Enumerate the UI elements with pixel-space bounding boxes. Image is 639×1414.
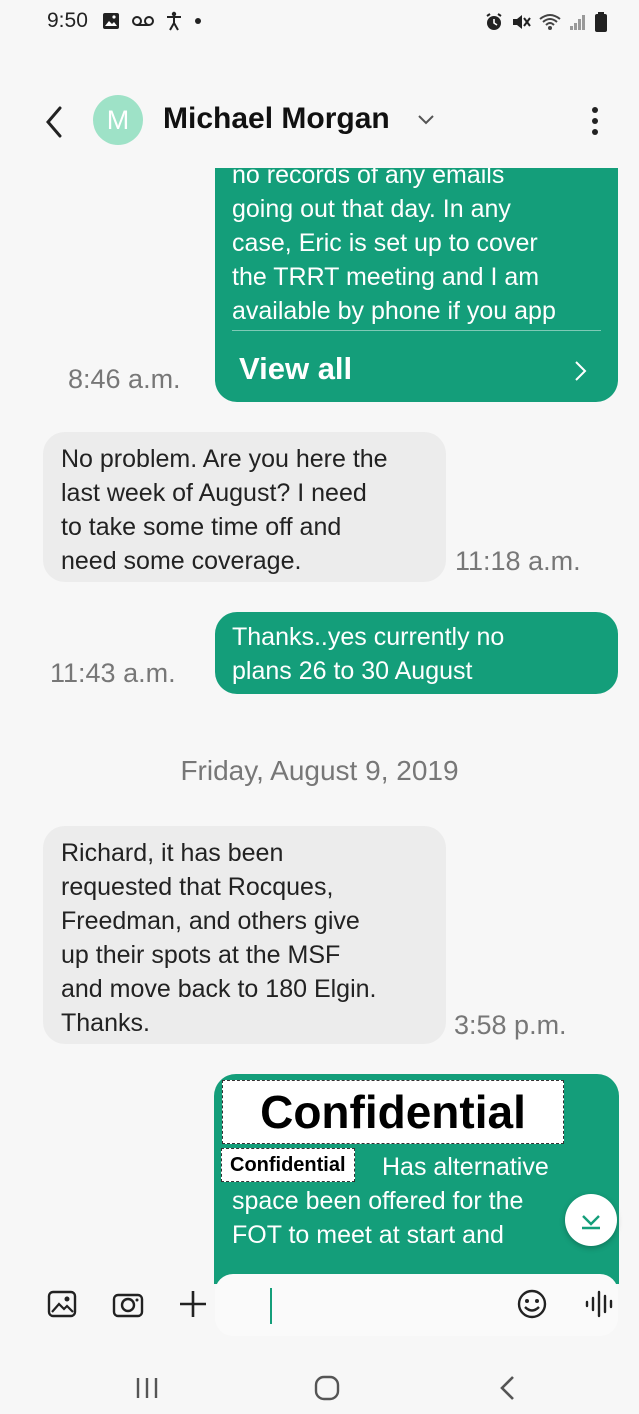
message-input[interactable] <box>215 1274 618 1336</box>
recent-apps-icon[interactable] <box>134 1375 160 1401</box>
confidential-label: Confidential <box>222 1080 564 1144</box>
message-bubble-outgoing[interactable]: Confidential Has alternative space been … <box>214 1074 619 1284</box>
message-bubble-incoming[interactable]: No problem. Are you here the last week o… <box>43 432 446 582</box>
back-arrow-icon[interactable] <box>38 102 70 142</box>
mute-icon <box>513 15 531 29</box>
message-text: Richard, it has been requested that Rocq… <box>61 839 377 1037</box>
chevron-down-icon[interactable] <box>416 110 436 130</box>
camera-icon[interactable] <box>112 1289 144 1319</box>
text-cursor <box>270 1288 272 1324</box>
contact-name[interactable]: Michael Morgan <box>163 102 390 136</box>
message-timestamp: 3:58 p.m. <box>454 1010 567 1040</box>
chevron-right-icon[interactable] <box>570 358 590 384</box>
back-nav-icon[interactable] <box>496 1374 520 1402</box>
message-timestamp: 11:18 a.m. <box>455 546 581 576</box>
system-navigation-bar <box>0 1350 639 1414</box>
conversation-header: M Michael Morgan <box>0 80 639 164</box>
avatar[interactable]: M <box>93 95 143 145</box>
message-timestamp: 11:43 a.m. <box>50 658 176 688</box>
message-text: No problem. Are you here the last week o… <box>61 445 388 575</box>
confidential-label-small: Confidential <box>221 1148 355 1182</box>
wifi-icon <box>539 14 561 30</box>
status-bar: 9:50 <box>0 0 639 46</box>
date-separator: Friday, August 9, 2019 <box>180 755 459 786</box>
gallery-notification-icon <box>103 13 119 29</box>
more-options-icon[interactable] <box>584 100 606 144</box>
alarm-icon <box>486 13 502 30</box>
message-bubble-outgoing[interactable]: no records of any emails going out that … <box>215 168 618 402</box>
view-all-button[interactable]: View all <box>239 352 352 386</box>
emoji-icon[interactable] <box>516 1288 548 1320</box>
status-time: 9:50 <box>47 9 88 32</box>
message-timestamp: 8:46 a.m. <box>68 364 181 394</box>
chevron-down-icon <box>582 1215 600 1230</box>
message-bubble-incoming[interactable]: Richard, it has been requested that Rocq… <box>43 826 446 1044</box>
voicemail-icon <box>132 16 154 26</box>
divider <box>232 330 601 331</box>
message-bubble-outgoing[interactable]: Thanks..yes currently no plans 26 to 30 … <box>215 612 618 694</box>
accessibility-icon <box>167 11 181 31</box>
signal-icon <box>570 15 585 30</box>
add-attachment-icon[interactable] <box>178 1289 208 1319</box>
voice-input-icon[interactable] <box>584 1290 616 1318</box>
battery-icon <box>595 12 607 32</box>
message-text: Thanks..yes currently no plans 26 to 30 … <box>232 623 505 685</box>
message-text: no records of any emails going out that … <box>232 168 556 325</box>
gallery-icon[interactable] <box>47 1289 77 1319</box>
status-right-icons <box>485 12 607 32</box>
scroll-to-bottom-button[interactable] <box>565 1194 617 1246</box>
notification-dot-icon <box>195 18 201 24</box>
status-left-icons <box>102 11 202 31</box>
message-composer <box>0 1270 639 1340</box>
home-icon[interactable] <box>313 1374 341 1402</box>
